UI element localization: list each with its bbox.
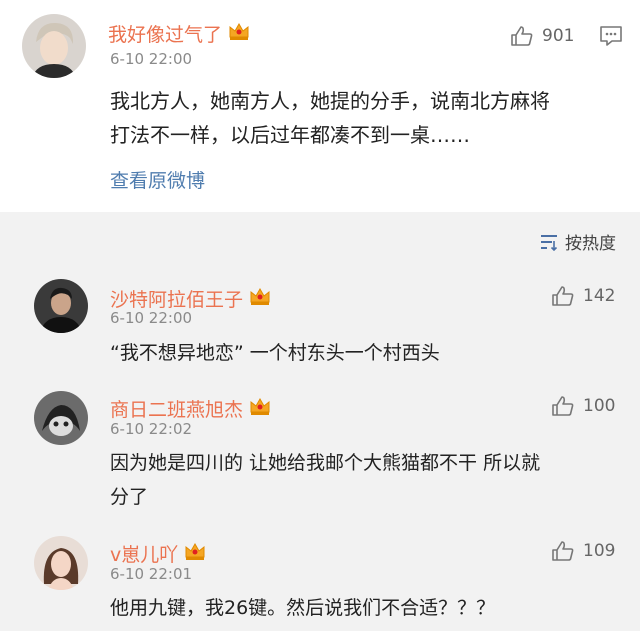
like-button[interactable]: 142 (551, 285, 615, 307)
timestamp: 6-10 22:02 (110, 420, 193, 438)
like-count: 142 (583, 286, 616, 306)
post-text-line-2: 打法不一样，以后过年都凑不到一桌…… (110, 123, 470, 147)
comment-text-line-2: 分了 (110, 486, 149, 508)
username-text[interactable]: v崽儿吖 (110, 540, 178, 567)
avatar[interactable] (34, 536, 88, 590)
sort-label: 按热度 (565, 234, 616, 254)
thumbs-up-icon (552, 396, 574, 416)
post-text-line-1: 我北方人，她南方人，她提的分手，说南北方麻将 (110, 89, 550, 113)
crown-icon (184, 541, 206, 566)
like-button[interactable]: 100 (551, 395, 615, 417)
comment-text-line-1: “我不想异地恋” 一个村东头一个村西头 (110, 342, 440, 364)
avatar[interactable] (22, 14, 86, 78)
comment-item: 商日二班燕旭杰 6-10 22:02 100 因为她是四川的 让她给我邮个大熊猫… (0, 375, 640, 515)
sort-by-hot-button[interactable]: 按热度 (539, 229, 616, 254)
crown-icon (249, 396, 271, 421)
view-original-link[interactable]: 查看原微博 (110, 166, 205, 193)
crown-icon (249, 286, 271, 311)
username[interactable]: v崽儿吖 (110, 540, 206, 567)
username-text[interactable]: 我好像过气了 (108, 20, 222, 47)
username-text[interactable]: 商日二班燕旭杰 (110, 395, 243, 422)
thumbs-up-icon (511, 26, 533, 46)
username[interactable]: 沙特阿拉佰王子 (110, 285, 271, 312)
like-button[interactable]: 901 (510, 25, 574, 47)
comment-text-line-1: 因为她是四川的 让她给我邮个大熊猫都不干 所以就 (110, 452, 541, 474)
timestamp: 6-10 22:00 (110, 50, 193, 68)
like-count: 901 (542, 26, 575, 46)
username[interactable]: 我好像过气了 (108, 20, 250, 47)
main-post: 我好像过气了 6-10 22:00 901 我北方人，她南方人，她提的分手，说南… (0, 0, 640, 212)
avatar[interactable] (34, 391, 88, 445)
comment-item: 沙特阿拉佰王子 6-10 22:00 142 “我不想异地恋” 一个村东头一个村… (0, 265, 640, 375)
sort-icon (541, 234, 558, 251)
avatar[interactable] (34, 279, 88, 333)
crown-icon (228, 21, 250, 46)
thumbs-up-icon (552, 541, 574, 561)
thumbs-up-icon (552, 286, 574, 306)
like-count: 109 (583, 541, 616, 561)
username-text[interactable]: 沙特阿拉佰王子 (110, 285, 243, 312)
username[interactable]: 商日二班燕旭杰 (110, 395, 271, 422)
like-count: 100 (583, 396, 616, 416)
timestamp: 6-10 22:01 (110, 565, 193, 583)
timestamp: 6-10 22:00 (110, 309, 193, 327)
comment-item: v崽儿吖 6-10 22:01 109 他用九键，我26键。然后说我们不合适？？… (0, 520, 640, 631)
like-button[interactable]: 109 (551, 540, 615, 562)
comment-icon[interactable] (599, 25, 623, 51)
comment-text-line-1: 他用九键，我26键。然后说我们不合适？？？ (110, 597, 496, 619)
